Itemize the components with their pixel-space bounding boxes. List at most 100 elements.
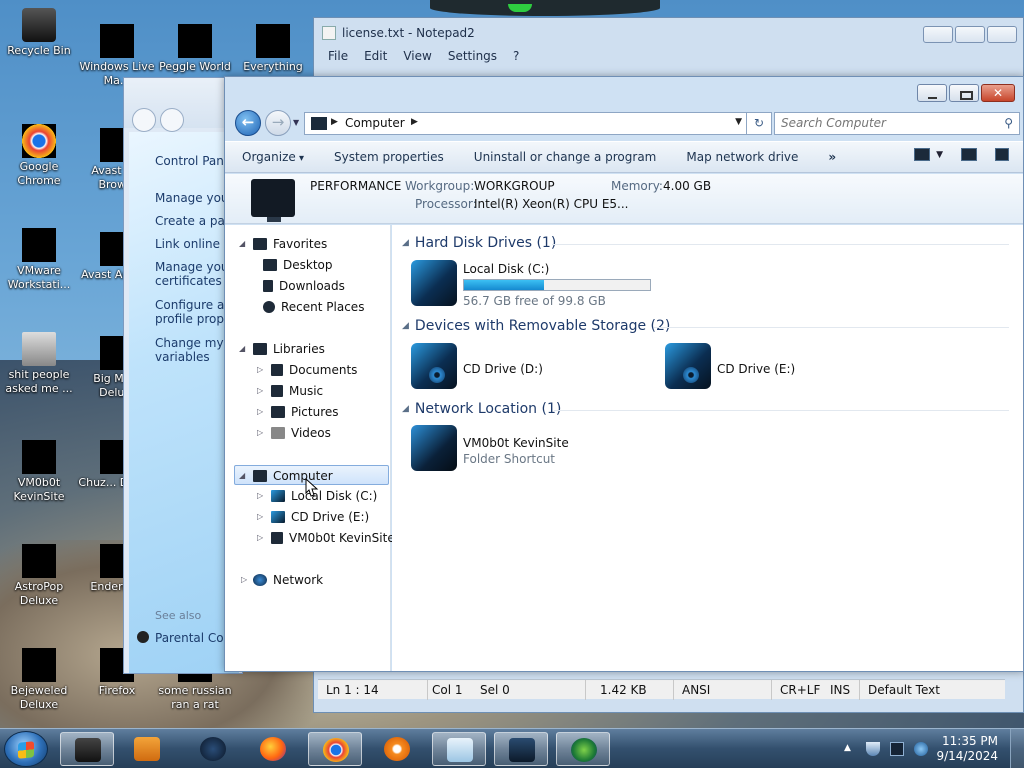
nav-videos[interactable]: ▷ Videos (257, 423, 331, 443)
expand-arrow-icon[interactable]: ▷ (257, 528, 263, 548)
monitor-icon[interactable] (890, 742, 904, 756)
help-icon[interactable] (995, 148, 1009, 161)
taskbar-firefox[interactable] (246, 732, 300, 766)
menu-view[interactable]: View (403, 49, 431, 63)
collapse-group-icon[interactable]: ◢ (402, 404, 409, 414)
cp-link-variables[interactable]: Change my variables (155, 336, 235, 364)
menu-file[interactable]: File (328, 49, 348, 63)
forward-button[interactable] (160, 108, 184, 132)
back-button[interactable] (132, 108, 156, 132)
nav-downloads[interactable]: Downloads (263, 276, 345, 296)
nav-kevinsite[interactable]: ▷ VM0b0t KevinSite (257, 528, 395, 548)
nav-music[interactable]: ▷ Music (257, 381, 323, 401)
cp-link-certificates[interactable]: Manage you certificates (155, 260, 235, 288)
cp-link-online[interactable]: Link online I (155, 237, 227, 251)
nav-libraries[interactable]: ◢ Libraries (239, 339, 325, 359)
nav-cd-drive-e[interactable]: ▷ CD Drive (E:) (257, 507, 369, 527)
kevinsite-name[interactable]: VM0b0t KevinSite (463, 436, 569, 450)
shield-icon[interactable] (866, 742, 880, 756)
preview-pane-icon[interactable] (961, 148, 977, 161)
desktop-icon-folder[interactable]: shit people asked me ... (0, 332, 78, 396)
organize-button[interactable]: Organize (242, 150, 304, 164)
minimize-button[interactable] (917, 84, 947, 102)
expand-arrow-icon[interactable]: ▷ (257, 423, 263, 443)
expand-arrow-icon[interactable]: ▷ (257, 360, 263, 380)
change-view-icon[interactable] (914, 148, 931, 161)
expand-arrow-icon[interactable]: ▷ (257, 402, 263, 422)
desktop-icon-vmware[interactable]: VMware Workstati... (0, 228, 78, 292)
refresh-button[interactable]: ↻ (746, 112, 772, 135)
collapse-arrow-icon[interactable]: ◢ (239, 234, 245, 254)
desktop-icon-everything[interactable]: Everything (234, 24, 312, 74)
drive-d-name[interactable]: CD Drive (D:) (463, 362, 543, 376)
start-button[interactable] (4, 731, 48, 767)
clock[interactable]: 11:35 PM 9/14/2024 (936, 734, 998, 764)
network-status-icon[interactable] (914, 742, 928, 756)
taskbar-explorer[interactable] (60, 732, 114, 766)
menu-edit[interactable]: Edit (364, 49, 387, 63)
nav-recent-places[interactable]: Recent Places (263, 297, 364, 317)
expand-arrow-icon[interactable]: ▷ (257, 507, 263, 527)
breadcrumb-arrow-icon[interactable]: ▶ (411, 117, 418, 127)
collapse-group-icon[interactable]: ◢ (402, 238, 409, 248)
forward-button[interactable]: → (265, 110, 291, 136)
drive-e-name[interactable]: CD Drive (E:) (717, 362, 795, 376)
search-box[interactable]: ⚲ (774, 112, 1020, 135)
nav-network[interactable]: ▷ Network (241, 570, 323, 590)
expand-arrow-icon[interactable]: ▷ (257, 381, 263, 401)
taskbar-internet-download-manager[interactable] (556, 732, 610, 766)
maximize-button[interactable] (949, 84, 979, 102)
parental-controls-link[interactable]: Parental Con (137, 631, 231, 645)
breadcrumb-computer[interactable]: Computer (345, 116, 405, 130)
nav-pictures[interactable]: ▷ Pictures (257, 402, 339, 422)
desktop-icon-kevinsite[interactable]: VM0b0t KevinSite (0, 440, 78, 504)
control-panel-home-link[interactable]: Control Pane (155, 154, 231, 168)
desktop-icon-chrome[interactable]: Google Chrome (0, 124, 78, 188)
cp-link-manage[interactable]: Manage you (155, 191, 229, 205)
nav-local-disk[interactable]: ▷ Local Disk (C:) (257, 486, 377, 506)
taskbar-avast-browser[interactable] (370, 732, 424, 766)
cp-link-create[interactable]: Create a pas (155, 214, 231, 228)
desktop-icon-recycle-bin[interactable]: Recycle Bin (0, 8, 78, 58)
group-hard-disk-drives[interactable]: ◢ Hard Disk Drives (1) (402, 235, 1009, 251)
taskbar-chrome[interactable] (308, 732, 362, 766)
group-removable-storage[interactable]: ◢ Devices with Removable Storage (2) (402, 318, 1009, 334)
more-commands-button[interactable]: » (828, 150, 836, 164)
desktop-icon-astropop[interactable]: AstroPop Deluxe (0, 544, 78, 608)
explorer-window[interactable]: ← → ▼ ▶ Computer ▶ ▼ ↻ ⚲ Organize System… (224, 76, 1024, 672)
nav-favorites[interactable]: ◢ Favorites (239, 234, 327, 254)
search-icon[interactable]: ⚲ (1004, 116, 1013, 130)
minimize-button[interactable] (923, 26, 953, 43)
taskbar-app[interactable] (186, 732, 240, 766)
taskbar-media-player[interactable] (120, 732, 174, 766)
search-input[interactable] (781, 113, 991, 133)
maximize-button[interactable] (955, 26, 985, 43)
map-network-drive-button[interactable]: Map network drive (686, 150, 798, 164)
collapse-group-icon[interactable]: ◢ (402, 321, 409, 331)
show-hidden-icons-icon[interactable]: ▲ (844, 743, 858, 757)
breadcrumb-arrow-icon[interactable]: ▶ (331, 117, 338, 127)
cp-link-profile[interactable]: Configure ac profile prope (155, 298, 235, 326)
taskbar-control-panel[interactable] (494, 732, 548, 766)
menu-settings[interactable]: Settings (448, 49, 497, 63)
recent-pages-chevron-icon[interactable]: ▼ (293, 118, 299, 127)
view-dropdown-icon[interactable]: ▼ (936, 150, 943, 160)
menu-help[interactable]: ? (513, 49, 519, 63)
desktop-icon-peggle[interactable]: Peggle World (156, 24, 234, 74)
nav-desktop[interactable]: Desktop (263, 255, 333, 275)
explorer-titlebar[interactable] (225, 77, 1023, 107)
notepad-titlebar[interactable]: license.txt - Notepad2 (314, 18, 1023, 48)
close-button[interactable] (987, 26, 1017, 43)
collapse-arrow-icon[interactable]: ◢ (239, 466, 245, 486)
nav-documents[interactable]: ▷ Documents (257, 360, 357, 380)
close-button[interactable] (981, 84, 1015, 102)
collapse-arrow-icon[interactable]: ◢ (239, 339, 245, 359)
taskbar-notepad[interactable] (432, 732, 486, 766)
uninstall-program-button[interactable]: Uninstall or change a program (474, 150, 657, 164)
drive-c-name[interactable]: Local Disk (C:) (463, 262, 549, 276)
address-dropdown-icon[interactable]: ▼ (735, 117, 742, 127)
show-desktop-button[interactable] (1010, 729, 1024, 768)
expand-arrow-icon[interactable]: ▷ (257, 486, 263, 506)
system-properties-button[interactable]: System properties (334, 150, 444, 164)
desktop-icon-bejeweled[interactable]: Bejeweled Deluxe (0, 648, 78, 712)
